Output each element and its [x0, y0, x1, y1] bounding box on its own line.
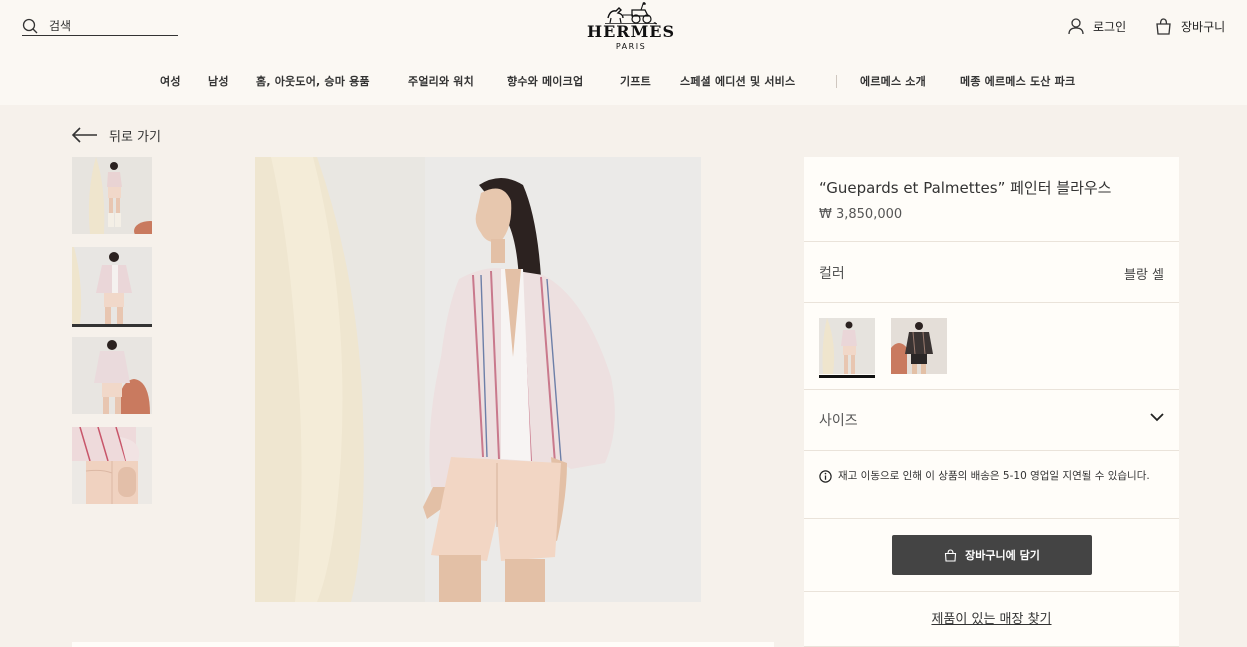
chevron-down-icon[interactable]	[1150, 412, 1164, 422]
delivery-notice-text: 재고 이동으로 인해 이 상품의 배송은 5-10 영업일 지연될 수 있습니다…	[838, 470, 1150, 482]
search-bar[interactable]	[22, 16, 178, 36]
thumbnail-2[interactable]	[72, 247, 152, 327]
user-icon	[1068, 17, 1084, 34]
content-card-edge	[72, 642, 774, 647]
back-label: 뒤로 가기	[109, 129, 161, 145]
color-section: 컬러 블랑 셀	[804, 242, 1179, 303]
nav-item-about-hermes[interactable]: 에르메스 소개	[860, 73, 926, 89]
notice-section	[804, 451, 1179, 519]
nav-item-fragrance-makeup[interactable]: 향수와 메이크업	[507, 73, 583, 89]
arrow-left-icon	[71, 127, 97, 143]
product-panel: “Guepards et Palmettes” 페인터 블라우스 ₩ 3,850…	[804, 157, 1179, 647]
login-link[interactable]: 로그인	[1068, 16, 1126, 36]
thumbnail-3[interactable]	[72, 337, 152, 414]
logo-brand-text: HERMÈS	[586, 22, 676, 41]
search-input[interactable]	[49, 16, 177, 35]
carriage-logo-icon	[605, 2, 657, 24]
nav-item-maison-dosan-park[interactable]: 메종 에르메스 도산 파크	[960, 73, 1075, 89]
info-icon	[819, 470, 832, 483]
product-title: “Guepards et Palmettes” 페인터 블라우스	[819, 179, 1112, 197]
cart-link[interactable]: 장바구니	[1155, 16, 1225, 36]
color-label: 컬러	[819, 266, 845, 282]
hermes-logo[interactable]: HERMÈS PARIS	[573, 2, 689, 52]
back-link[interactable]: 뒤로 가기	[71, 125, 161, 145]
size-selector[interactable]: 사이즈	[804, 390, 1179, 451]
main-nav: 여성 남성 홈, 아웃도어, 승마 용품 주얼리와 워치 향수와 메이크업 기프…	[0, 73, 1247, 91]
thumbnail-1[interactable]	[72, 157, 152, 234]
logo-city-text: PARIS	[615, 42, 647, 51]
nav-item-home-outdoor-equestrian[interactable]: 홈, 아웃도어, 승마 용품	[256, 73, 370, 89]
color-swatch-black[interactable]	[891, 318, 947, 374]
thumbnail-4[interactable]	[72, 427, 152, 504]
color-value: 블랑 셀	[1123, 268, 1164, 283]
nav-item-special-editions-services[interactable]: 스페셜 에디션 및 서비스	[680, 73, 795, 89]
nav-item-men[interactable]: 남성	[208, 73, 229, 89]
size-label: 사이즈	[819, 413, 858, 429]
product-header-section: “Guepards et Palmettes” 페인터 블라우스 ₩ 3,850…	[804, 157, 1179, 242]
add-to-cart-label: 장바구니에 담기	[965, 549, 1040, 562]
color-swatch-blanc-selected[interactable]	[819, 318, 875, 378]
search-icon[interactable]	[22, 18, 38, 34]
login-label: 로그인	[1093, 19, 1127, 34]
product-price: ₩ 3,850,000	[819, 207, 903, 222]
nav-item-gifts[interactable]: 기프트	[620, 73, 651, 89]
find-in-store-link[interactable]: 제품이 있는 매장 찾기	[804, 608, 1179, 627]
main-product-image[interactable]	[255, 157, 701, 602]
nav-item-jewelry-watches[interactable]: 주얼리와 워치	[408, 73, 474, 89]
nav-item-women[interactable]: 여성	[160, 73, 181, 89]
delivery-notice: 재고 이동으로 인해 이 상품의 배송은 5-10 영업일 지연될 수 있습니다…	[819, 468, 1164, 485]
shopping-bag-icon	[945, 548, 957, 562]
shopping-bag-icon	[1156, 17, 1171, 35]
nav-divider	[836, 75, 837, 88]
add-to-cart-button[interactable]: 장바구니에 담기	[892, 535, 1092, 575]
site-header: HERMÈS PARIS 로그인 장바구니 여성 남성 홈, 아웃도어, 승마 …	[0, 0, 1247, 105]
cart-label: 장바구니	[1181, 19, 1226, 34]
